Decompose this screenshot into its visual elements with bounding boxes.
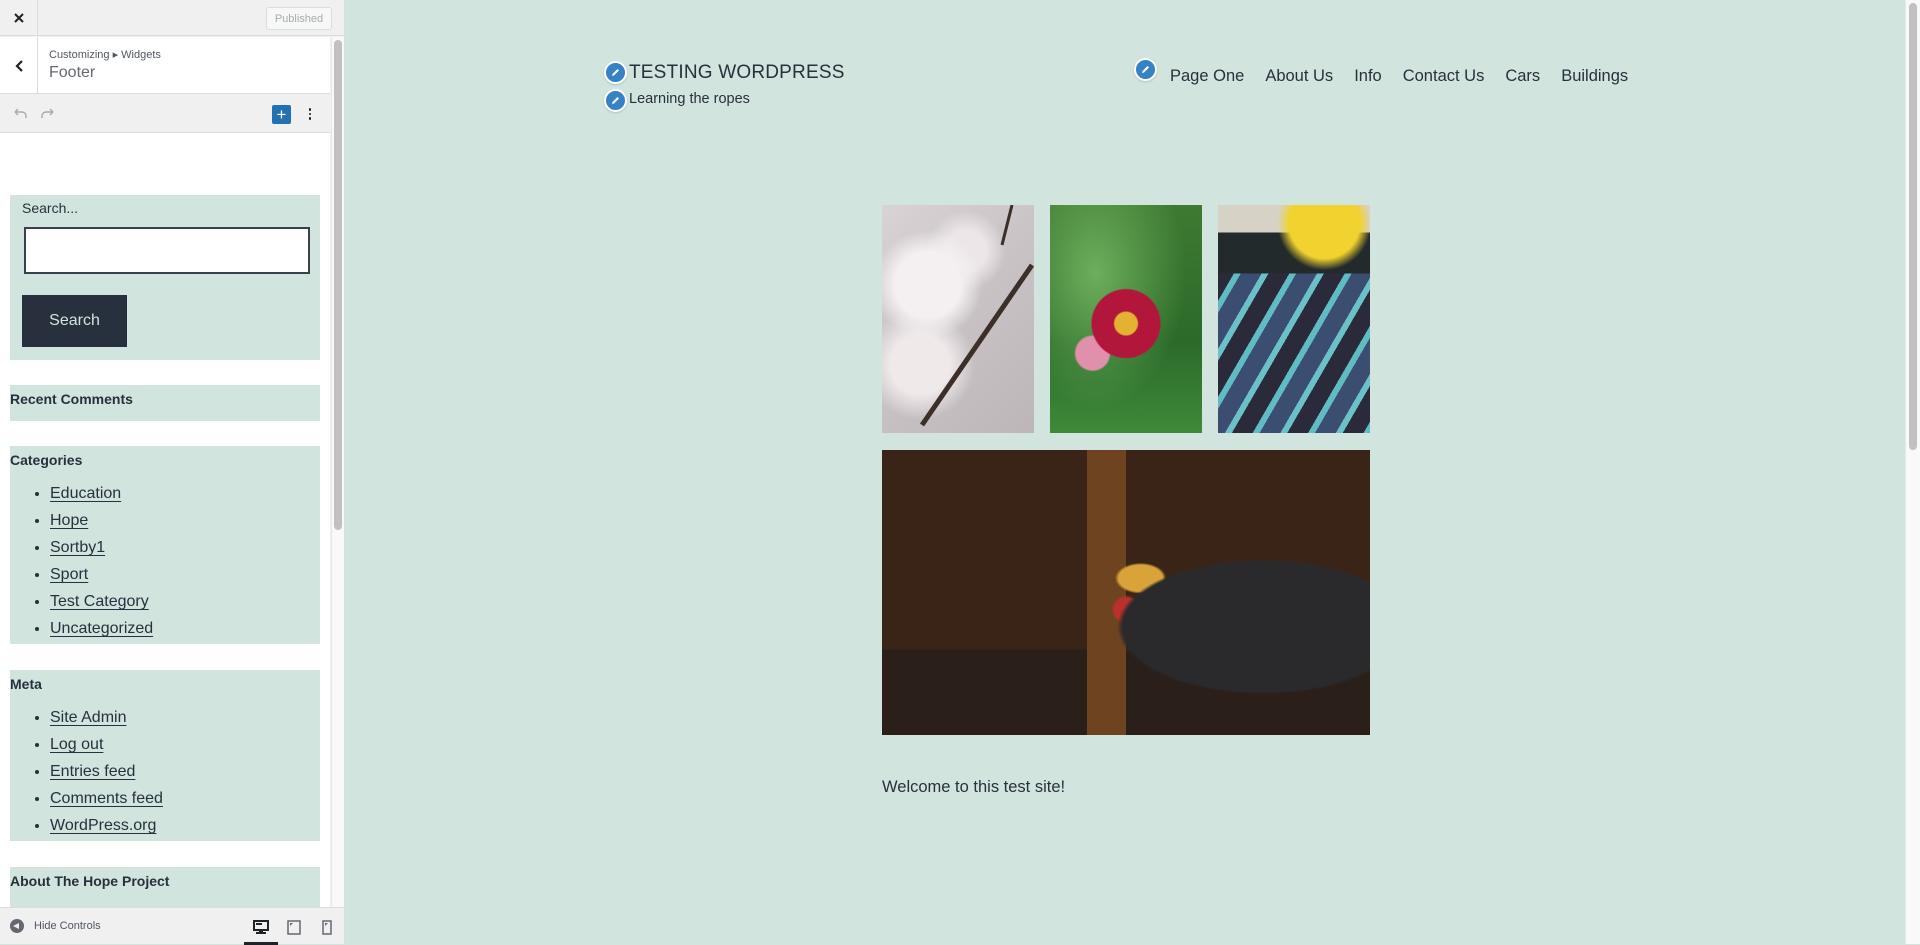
edit-tagline-button[interactable] — [604, 89, 627, 112]
nav-item-page-one[interactable]: Page One — [1170, 67, 1244, 86]
list-item: Sortby1 — [50, 534, 153, 561]
site-preview: TESTING WORDPRESS Learning the ropes Pag… — [345, 0, 1905, 944]
sidebar-scrollbar[interactable] — [331, 37, 344, 907]
more-options-button[interactable] — [303, 104, 317, 124]
list-item: Hope — [50, 507, 153, 534]
about-widget: About The Hope Project — [10, 867, 320, 907]
category-link[interactable]: Hope — [50, 512, 88, 529]
chevron-left-icon — [14, 59, 23, 72]
pencil-icon — [612, 69, 619, 76]
market-berries-image — [1218, 205, 1370, 433]
meta-link[interactable]: WordPress.org — [50, 817, 156, 834]
categories-widget: Categories Education Hope Sortby1 Sport … — [10, 446, 320, 644]
customizer-footer: Hide Controls — [0, 907, 344, 945]
list-item: Education — [50, 480, 153, 507]
edit-menu-button[interactable] — [1134, 58, 1157, 81]
welcome-text: Welcome to this test site! — [882, 778, 1066, 796]
search-button[interactable]: Search — [22, 295, 127, 347]
list-item: Test Category — [50, 588, 153, 615]
tablet-icon — [287, 919, 301, 935]
category-link[interactable]: Uncategorized — [50, 620, 153, 637]
add-block-button[interactable]: + — [272, 105, 291, 124]
search-widget: Search... Search — [10, 195, 320, 360]
meta-widget: Meta Site Admin Log out Entries feed Com… — [10, 670, 320, 841]
list-item: Comments feed — [50, 785, 163, 812]
preview-scrollbar[interactable] — [1905, 0, 1920, 944]
recent-comments-widget: Recent Comments — [10, 385, 320, 421]
cherry-blossoms-image — [882, 205, 1034, 433]
customizer-sidebar: Published Customizing ▸ Widgets Footer +… — [0, 0, 345, 945]
sidebar-scrollbar-thumb[interactable] — [334, 40, 342, 530]
widget-title: Categories — [10, 452, 83, 468]
category-link[interactable]: Sport — [50, 566, 88, 583]
mobile-icon — [322, 919, 332, 935]
hide-controls-button[interactable]: Hide Controls — [10, 919, 101, 933]
preview-mobile-button[interactable] — [316, 916, 338, 938]
panel-title: Footer — [49, 64, 96, 81]
nav-item-buildings[interactable]: Buildings — [1561, 67, 1628, 86]
block-toolbar: + — [0, 94, 330, 133]
meta-link[interactable]: Entries feed — [50, 763, 135, 780]
site-tagline: Learning the ropes — [629, 91, 750, 107]
nav-item-about-us[interactable]: About Us — [1265, 67, 1333, 86]
widget-area: Search... Search Recent Comments Categor… — [0, 133, 330, 907]
red-zinnia-image — [1050, 205, 1202, 433]
list-item: Site Admin — [50, 704, 163, 731]
list-item: Log out — [50, 731, 163, 758]
categories-list: Education Hope Sortby1 Sport Test Catego… — [50, 480, 153, 642]
pencil-icon — [612, 97, 619, 104]
undo-icon[interactable] — [11, 105, 29, 123]
redo-icon[interactable] — [39, 105, 57, 123]
collapse-arrow-icon — [10, 919, 24, 933]
category-link[interactable]: Education — [50, 485, 121, 502]
meta-link[interactable]: Site Admin — [50, 709, 126, 726]
plus-icon: + — [276, 105, 287, 124]
hide-controls-label: Hide Controls — [34, 920, 101, 932]
desktop-icon — [253, 919, 269, 934]
preview-desktop-button[interactable] — [244, 916, 278, 945]
nav-item-info[interactable]: Info — [1354, 67, 1382, 86]
list-item: WordPress.org — [50, 812, 163, 839]
search-input[interactable] — [24, 227, 310, 274]
preview-scrollbar-thumb[interactable] — [1909, 3, 1917, 450]
pencil-icon — [1142, 66, 1149, 73]
breadcrumb: Customizing ▸ Widgets — [49, 49, 161, 61]
nav-item-contact-us[interactable]: Contact Us — [1403, 67, 1485, 86]
category-link[interactable]: Test Category — [50, 593, 149, 610]
list-item: Uncategorized — [50, 615, 153, 642]
widget-title: Recent Comments — [10, 391, 133, 407]
category-link[interactable]: Sortby1 — [50, 539, 105, 556]
close-icon — [13, 13, 24, 23]
published-button[interactable]: Published — [266, 7, 332, 30]
panel-header: Customizing ▸ Widgets Footer — [0, 37, 330, 94]
list-item: Entries feed — [50, 758, 163, 785]
back-button[interactable] — [0, 37, 38, 94]
list-item: Sport — [50, 561, 153, 588]
nav-item-cars[interactable]: Cars — [1505, 67, 1540, 86]
edit-site-title-button[interactable] — [604, 61, 627, 84]
close-customizer-button[interactable] — [0, 0, 38, 36]
site-title[interactable]: TESTING WORDPRESS — [629, 62, 845, 84]
meta-list: Site Admin Log out Entries feed Comments… — [50, 704, 163, 839]
primary-menu: Page One About Us Info Contact Us Cars B… — [1170, 67, 1649, 86]
search-label: Search... — [22, 200, 79, 216]
meta-link[interactable]: Log out — [50, 736, 103, 753]
cooking-pot-image — [882, 450, 1370, 735]
customizer-topbar: Published — [0, 0, 344, 36]
widget-title: Meta — [10, 676, 42, 692]
preview-tablet-button[interactable] — [283, 916, 305, 938]
widget-title: About The Hope Project — [10, 873, 170, 889]
meta-link[interactable]: Comments feed — [50, 790, 163, 807]
